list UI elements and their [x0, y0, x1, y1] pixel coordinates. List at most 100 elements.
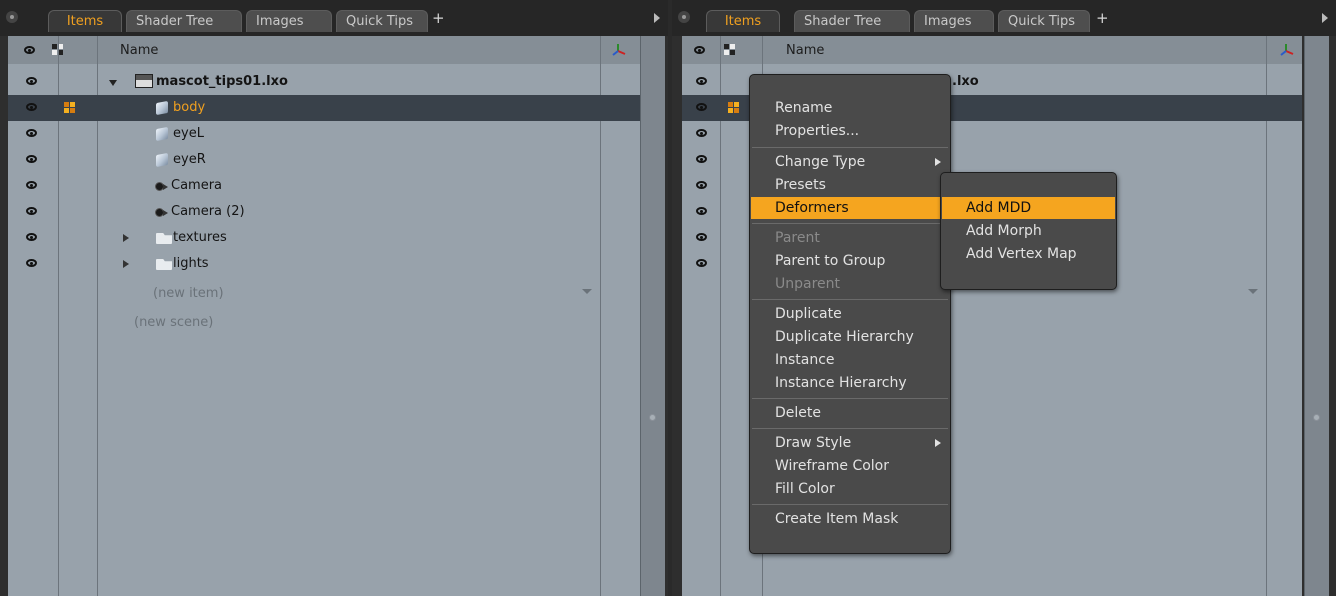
- menu-item-parent-to-group[interactable]: Parent to Group: [751, 250, 949, 272]
- item-label: eyeL: [173, 126, 204, 141]
- visibility-eye-icon[interactable]: [26, 233, 37, 241]
- scrollbar[interactable]: [1304, 36, 1329, 596]
- new-scene-label[interactable]: (new scene): [134, 315, 213, 330]
- visibility-eye-icon[interactable]: [696, 181, 707, 189]
- scroll-handle[interactable]: [649, 414, 656, 421]
- menu-separator: [752, 398, 948, 399]
- lock-icon[interactable]: [64, 102, 76, 114]
- dropdown-arrow-icon[interactable]: [1248, 289, 1258, 294]
- menu-item-fill-color[interactable]: Fill Color: [751, 478, 949, 500]
- menu-item-delete[interactable]: Delete: [751, 402, 949, 424]
- items-panel-left: Items Shader Tree Images Quick Tips + Na…: [0, 0, 668, 596]
- collapse-arrow-icon[interactable]: [109, 80, 117, 86]
- visibility-eye-icon[interactable]: [26, 129, 37, 137]
- panel-options-icon[interactable]: [678, 11, 690, 23]
- menu-item-label: Change Type: [775, 154, 866, 170]
- item-list: Name mascot_tips01.lxo body eyeL eyeR Ca…: [8, 36, 640, 596]
- tab-shader-tree[interactable]: Shader Tree: [126, 10, 242, 32]
- list-item-body[interactable]: body: [8, 95, 640, 121]
- item-label: eyeR: [173, 152, 206, 167]
- visibility-eye-icon[interactable]: [26, 259, 37, 267]
- new-item-label[interactable]: (new item): [153, 286, 224, 301]
- menu-item-instance[interactable]: Instance: [751, 349, 949, 371]
- scene-row[interactable]: mascot_tips01.lxo: [8, 69, 640, 95]
- new-item-row[interactable]: (new item): [8, 281, 640, 307]
- tab-menu-arrow-icon[interactable]: [654, 13, 660, 23]
- visibility-eye-icon[interactable]: [26, 207, 37, 215]
- list-header: Name: [8, 36, 640, 64]
- add-tab-button[interactable]: +: [432, 9, 445, 27]
- lock-icon[interactable]: [728, 102, 740, 114]
- tab-images[interactable]: Images: [914, 10, 994, 32]
- tab-bar: Items Shader Tree Images Quick Tips +: [672, 0, 1336, 36]
- expand-arrow-icon[interactable]: [123, 234, 129, 242]
- dropdown-arrow-icon[interactable]: [582, 289, 592, 294]
- tab-bar: Items Shader Tree Images Quick Tips +: [0, 0, 668, 36]
- visibility-eye-icon[interactable]: [696, 155, 707, 163]
- menu-item-add-morph[interactable]: Add Morph: [942, 220, 1115, 242]
- menu-item-presets[interactable]: Presets: [751, 174, 949, 196]
- list-item-lights[interactable]: lights: [8, 251, 640, 277]
- menu-item-draw-style[interactable]: Draw Style: [751, 432, 949, 454]
- tab-items[interactable]: Items: [48, 10, 122, 32]
- tab-menu-arrow-icon[interactable]: [1322, 13, 1328, 23]
- menu-item-properties[interactable]: Properties...: [751, 120, 949, 142]
- list-item-textures[interactable]: textures: [8, 225, 640, 251]
- list-item-eyel[interactable]: eyeL: [8, 121, 640, 147]
- menu-item-instance-hierarchy[interactable]: Instance Hierarchy: [751, 372, 949, 394]
- visibility-eye-icon[interactable]: [696, 103, 707, 111]
- visibility-eye-icon[interactable]: [696, 259, 707, 267]
- submenu-arrow-icon: [935, 439, 941, 447]
- menu-item-deformers[interactable]: Deformers: [751, 197, 949, 219]
- menu-item-rename[interactable]: Rename: [751, 97, 949, 119]
- visibility-eye-icon[interactable]: [26, 155, 37, 163]
- menu-item-duplicate-hierarchy[interactable]: Duplicate Hierarchy: [751, 326, 949, 348]
- menu-item-unparent[interactable]: Unparent: [751, 273, 949, 295]
- expand-arrow-icon[interactable]: [123, 260, 129, 268]
- axis-icon[interactable]: [1280, 43, 1294, 57]
- submenu-arrow-icon: [935, 158, 941, 166]
- tab-items[interactable]: Items: [706, 10, 780, 32]
- visibility-eye-icon[interactable]: [696, 129, 707, 137]
- list-item-eyer[interactable]: eyeR: [8, 147, 640, 173]
- mesh-icon: [156, 100, 168, 116]
- visibility-eye-icon[interactable]: [26, 181, 37, 189]
- mesh-icon: [156, 152, 168, 168]
- menu-separator: [752, 299, 948, 300]
- visibility-eye-icon[interactable]: [696, 207, 707, 215]
- lock-column-icon[interactable]: [724, 44, 736, 56]
- add-tab-button[interactable]: +: [1096, 9, 1109, 27]
- menu-item-create-item-mask[interactable]: Create Item Mask: [751, 508, 949, 530]
- menu-item-change-type[interactable]: Change Type: [751, 151, 949, 173]
- tab-shader-tree[interactable]: Shader Tree: [794, 10, 910, 32]
- axis-icon[interactable]: [612, 43, 626, 57]
- menu-item-parent[interactable]: Parent: [751, 227, 949, 249]
- panel-options-icon[interactable]: [6, 11, 18, 23]
- visibility-eye-icon[interactable]: [26, 77, 37, 85]
- list-item-camera[interactable]: Camera: [8, 173, 640, 199]
- visibility-eye-icon[interactable]: [696, 77, 707, 85]
- visibility-eye-icon[interactable]: [26, 103, 37, 111]
- list-item-camera-2[interactable]: Camera (2): [8, 199, 640, 225]
- name-column-header[interactable]: Name: [786, 43, 824, 58]
- visibility-column-icon[interactable]: [694, 46, 705, 54]
- menu-item-label: Draw Style: [775, 435, 852, 451]
- menu-item-add-vertex-map[interactable]: Add Vertex Map: [942, 243, 1115, 265]
- scene-name: .lxo: [952, 74, 979, 89]
- tab-quick-tips[interactable]: Quick Tips: [336, 10, 428, 32]
- menu-item-wireframe-color[interactable]: Wireframe Color: [751, 455, 949, 477]
- menu-separator: [752, 428, 948, 429]
- new-scene-row[interactable]: (new scene): [8, 310, 640, 336]
- tab-images[interactable]: Images: [246, 10, 332, 32]
- tab-quick-tips[interactable]: Quick Tips: [998, 10, 1090, 32]
- menu-separator: [752, 147, 948, 148]
- scrollbar[interactable]: [640, 36, 665, 596]
- visibility-column-icon[interactable]: [24, 46, 35, 54]
- menu-item-duplicate[interactable]: Duplicate: [751, 303, 949, 325]
- visibility-eye-icon[interactable]: [696, 233, 707, 241]
- scroll-handle[interactable]: [1313, 414, 1320, 421]
- item-label: Camera (2): [171, 204, 245, 219]
- scene-name: mascot_tips01.lxo: [156, 74, 288, 89]
- menu-item-add-mdd[interactable]: Add MDD: [942, 197, 1115, 219]
- name-column-header[interactable]: Name: [120, 43, 158, 58]
